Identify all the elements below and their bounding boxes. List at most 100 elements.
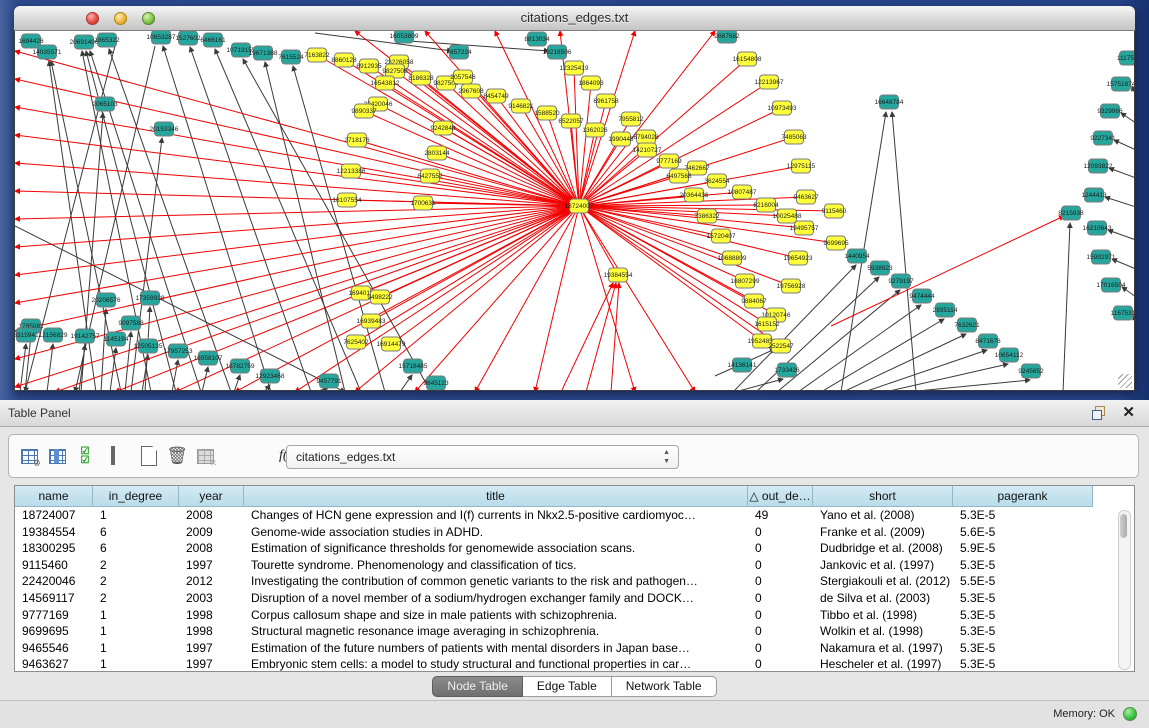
graph-edge[interactable]	[415, 206, 579, 390]
graph-node[interactable]: 9227341	[1090, 131, 1116, 145]
table-cell[interactable]: Genome-wide association studies in ADHD.	[244, 524, 748, 541]
graph-node[interactable]: 20364436	[680, 188, 709, 202]
table-row[interactable]: 2242004622012Investigating the contribut…	[15, 573, 1134, 590]
table-cell[interactable]: 14569117	[15, 590, 93, 607]
table-cell[interactable]: Stergiakouli et al. (2012)	[813, 573, 953, 590]
graph-node[interactable]: 2065103	[92, 97, 118, 111]
graph-node[interactable]: 8215938	[1058, 206, 1084, 220]
graph-node[interactable]: 2718176	[344, 133, 370, 147]
scrollbar-thumb[interactable]	[1120, 514, 1127, 538]
graph-node[interactable]: 8471676	[975, 334, 1001, 348]
table-cell[interactable]: 1	[93, 507, 179, 524]
table-cell[interactable]: 9115460	[15, 557, 93, 574]
table-cell[interactable]: 2003	[179, 590, 244, 607]
table-cell[interactable]: Estimation of the future numbers of pati…	[244, 640, 748, 657]
table-cell[interactable]: 2008	[179, 540, 244, 557]
table-cell[interactable]: 1	[93, 640, 179, 657]
graph-node[interactable]: 16210643	[1083, 221, 1112, 235]
table-cell[interactable]: Jankovic et al. (1997)	[813, 557, 953, 574]
graph-node[interactable]: 7163822	[304, 48, 330, 62]
row-height-icon[interactable]	[101, 444, 125, 468]
graph-node[interactable]: 7386322	[694, 209, 720, 223]
graph-node[interactable]: 12923468	[256, 369, 285, 383]
graph-node[interactable]: 9097588	[118, 316, 144, 330]
table-cell[interactable]: 1	[93, 623, 179, 640]
table-row[interactable]: 911546021997Tourette syndrome. Phenomeno…	[15, 557, 1134, 574]
graph-node[interactable]: 16648784	[875, 95, 904, 109]
graph-node[interactable]: 17016504	[1097, 278, 1126, 292]
graph-node[interactable]: 1117535	[1117, 51, 1134, 65]
graph-node[interactable]: 9890337	[351, 104, 377, 118]
table-cell[interactable]: 0	[748, 540, 813, 557]
graph-node[interactable]: 9498222	[367, 290, 393, 304]
table-cell[interactable]: Yano et al. (2008)	[813, 507, 953, 524]
table-cell[interactable]: 1	[93, 607, 179, 624]
graph-node[interactable]: 9474444	[909, 289, 935, 303]
table-cell[interactable]: 5.3E-5	[953, 623, 1093, 640]
column-header-indegree[interactable]: in_degree	[93, 486, 179, 507]
table-cell[interactable]: 18300295	[15, 540, 93, 557]
table-cell[interactable]: 0	[748, 573, 813, 590]
graph-edge[interactable]	[234, 375, 240, 390]
table-cell[interactable]: Corpus callosum shape and size in male p…	[244, 607, 748, 624]
table-cell[interactable]: 18724007	[15, 507, 93, 524]
table-row[interactable]: 1938455462009Genome-wide association stu…	[15, 524, 1134, 541]
close-panel-icon[interactable]: ✕	[1122, 403, 1135, 421]
graph-node[interactable]: 9463627	[793, 190, 819, 204]
table-cell[interactable]: Estimation of significance thresholds fo…	[244, 540, 748, 557]
graph-edge[interactable]	[1114, 140, 1134, 150]
graph-node[interactable]: 18107554	[333, 193, 362, 207]
graph-node[interactable]: 19654923	[784, 251, 813, 265]
table-cell[interactable]: 1998	[179, 623, 244, 640]
graph-edge[interactable]	[1063, 223, 1070, 390]
graph-edge[interactable]	[172, 360, 178, 390]
graph-node[interactable]: 8912935	[356, 59, 382, 73]
table-cell[interactable]: 0	[748, 623, 813, 640]
resize-grip-icon[interactable]	[1118, 374, 1132, 388]
graph-node[interactable]: 19218506	[543, 45, 572, 59]
table-cell[interactable]: 2008	[179, 507, 244, 524]
column-header-short[interactable]: short	[813, 486, 953, 507]
graph-node[interactable]: 1244413	[1081, 188, 1107, 202]
graph-edge[interactable]	[579, 206, 695, 390]
graph-edge[interactable]	[579, 101, 606, 206]
table-cell[interactable]: Franke et al. (2009)	[813, 524, 953, 541]
table-cell[interactable]: 2	[93, 590, 179, 607]
column-header-name[interactable]: name	[15, 486, 93, 507]
table-cell[interactable]: 9777169	[15, 607, 93, 624]
table-row[interactable]: 946362711997Embryonic stem cells: a mode…	[15, 656, 1134, 672]
graph-node[interactable]: 8427552	[417, 169, 443, 183]
graph-node[interactable]: 5938923	[867, 261, 893, 275]
table-cell[interactable]: 0	[748, 640, 813, 657]
delete-table-icon[interactable]: 🗑	[165, 444, 189, 468]
table-row[interactable]: 1872400712008Changes of HCN gene express…	[15, 507, 1134, 524]
table-cell[interactable]: 5.3E-5	[953, 590, 1093, 607]
table-cell[interactable]: 22420046	[15, 573, 93, 590]
graph-edge[interactable]	[821, 319, 944, 390]
table-cell[interactable]: 2	[93, 557, 179, 574]
graph-edge[interactable]	[735, 379, 783, 390]
graph-node[interactable]: 2935114	[933, 303, 958, 317]
graph-node[interactable]: 20153346	[150, 122, 179, 136]
graph-edge[interactable]	[907, 380, 1030, 390]
graph-node[interactable]: 12093822	[1084, 159, 1113, 173]
table-cell[interactable]: 5.3E-5	[953, 656, 1093, 672]
table-cell[interactable]: Dudbridge et al. (2008)	[813, 540, 953, 557]
table-cell[interactable]: 2012	[179, 573, 244, 590]
table-cell[interactable]: 5.3E-5	[953, 507, 1093, 524]
graph-node[interactable]: 6466161	[200, 33, 226, 47]
graph-node[interactable]: 9329966	[1097, 104, 1123, 118]
graph-node[interactable]: 2803144	[424, 146, 450, 160]
graph-node[interactable]: 6497568	[666, 169, 692, 183]
graph-edge[interactable]	[1108, 230, 1134, 240]
graph-node[interactable]: 1865322	[94, 33, 120, 47]
table-cell[interactable]: 9465546	[15, 640, 93, 657]
graph-edge[interactable]	[15, 226, 345, 390]
graph-node[interactable]: 8186328	[408, 71, 434, 85]
table-cell[interactable]: 0	[748, 656, 813, 672]
table-cell[interactable]: 9463627	[15, 656, 93, 672]
graph-node[interactable]: 7615524	[278, 50, 304, 64]
graph-node[interactable]: 1440954	[844, 249, 870, 263]
show-column-icon[interactable]	[45, 444, 69, 468]
tab-node-table[interactable]: Node Table	[432, 676, 523, 697]
